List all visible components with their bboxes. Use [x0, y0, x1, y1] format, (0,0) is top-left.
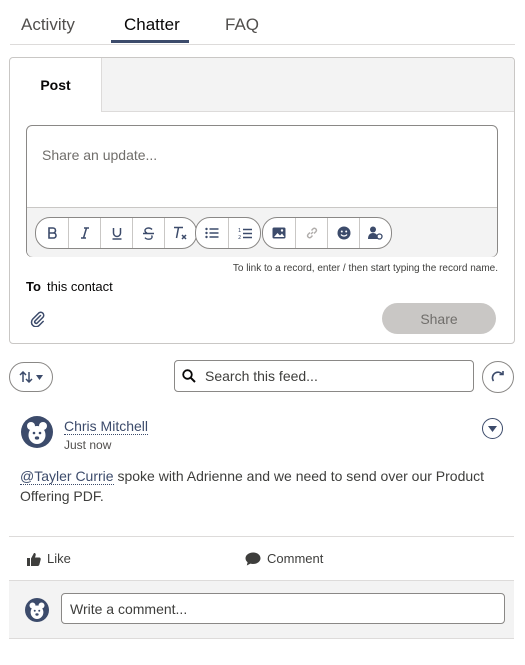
emoji-icon[interactable]: [328, 218, 360, 248]
publisher: Post Share an update... 12 To link to a …: [9, 57, 515, 344]
link-icon[interactable]: [296, 218, 328, 248]
search-input[interactable]: [205, 361, 465, 391]
to-value: this contact: [47, 279, 113, 294]
sort-button[interactable]: [9, 362, 53, 392]
avatar[interactable]: [21, 416, 53, 448]
comment-button[interactable]: Comment: [245, 551, 323, 566]
strikethrough-icon[interactable]: [133, 218, 165, 248]
tab-faq[interactable]: FAQ: [225, 15, 259, 35]
mention-link[interactable]: @Tayler Currie: [20, 468, 114, 485]
italic-icon[interactable]: [69, 218, 101, 248]
like-label: Like: [47, 551, 71, 566]
post-timestamp[interactable]: Just now: [64, 438, 111, 452]
chevron-down-icon: [488, 425, 497, 432]
numbered-list-icon[interactable]: 12: [229, 218, 260, 248]
feed-search: [174, 360, 474, 392]
comment-icon: [245, 552, 261, 565]
bulleted-list-icon[interactable]: [196, 218, 229, 248]
refresh-icon: [491, 371, 504, 382]
user-avatar-icon: [29, 602, 45, 619]
bold-icon[interactable]: [36, 218, 69, 248]
post-editor-placeholder: Share an update...: [42, 147, 158, 163]
publisher-tabs: Post: [10, 58, 514, 112]
tab-activity[interactable]: Activity: [21, 15, 75, 35]
comment-label: Comment: [267, 551, 324, 566]
search-icon: [182, 369, 196, 383]
format-group: [35, 217, 197, 249]
tab-bar: Activity Chatter FAQ: [10, 0, 515, 45]
clear-format-icon[interactable]: [165, 218, 196, 248]
like-button[interactable]: Like: [27, 551, 71, 566]
post-body: @Tayler Currie spoke with Adrienne and w…: [20, 466, 510, 506]
mention-icon[interactable]: [360, 218, 391, 248]
comment-composer: Write a comment...: [9, 580, 514, 639]
tab-post[interactable]: Post: [10, 58, 102, 112]
insert-group: [262, 217, 392, 249]
refresh-button[interactable]: [482, 361, 514, 393]
post-menu-button[interactable]: [482, 418, 503, 439]
svg-text:1: 1: [238, 228, 241, 234]
user-avatar-icon: [27, 422, 47, 444]
attach-icon[interactable]: [30, 311, 46, 332]
tab-chatter[interactable]: Chatter: [124, 15, 180, 35]
post-author-link[interactable]: Chris Mitchell: [64, 418, 149, 435]
rich-text-toolbar: 12: [27, 207, 497, 257]
underline-icon[interactable]: [101, 218, 133, 248]
image-icon[interactable]: [263, 218, 296, 248]
post-editor[interactable]: Share an update... 12: [26, 125, 498, 257]
post-actions: Like Comment: [9, 536, 514, 580]
sort-icon: [19, 371, 33, 383]
list-group: 12: [195, 217, 261, 249]
share-button[interactable]: Share: [382, 303, 496, 334]
active-tab-indicator: [111, 40, 189, 43]
svg-text:2: 2: [238, 235, 241, 240]
like-icon: [27, 552, 41, 566]
record-link-hint: To link to a record, enter / then start …: [232, 263, 498, 274]
current-user-avatar: [25, 598, 49, 622]
to-label: To: [26, 279, 41, 294]
comment-input[interactable]: Write a comment...: [61, 593, 505, 624]
chevron-down-icon: [36, 374, 43, 380]
